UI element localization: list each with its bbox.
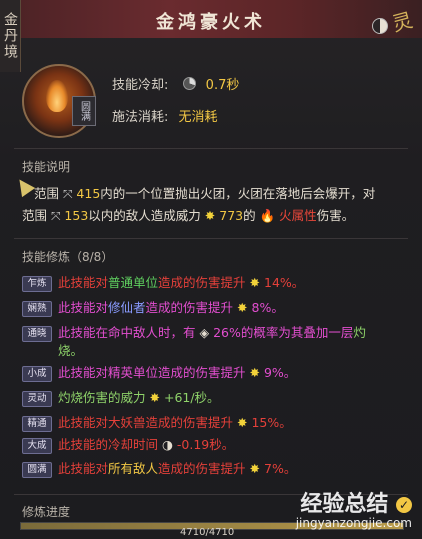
- watermark-url: jingyanzongjie.com: [295, 516, 412, 530]
- training-tag: 精通: [22, 416, 52, 432]
- clock-icon: [182, 77, 196, 90]
- range-value: 415: [76, 186, 101, 201]
- power-value: 773: [219, 208, 244, 223]
- divider: [14, 238, 408, 239]
- cost-stat: 施法消耗: 无消耗: [112, 106, 218, 125]
- row-target: 普通单位: [108, 275, 159, 290]
- crystal-icon: ◈: [199, 325, 210, 340]
- row-text: 造成的伤害提升: [145, 300, 234, 315]
- cooldown-label: 技能冷却:: [112, 78, 169, 93]
- flame-icon: [46, 80, 68, 112]
- desc-text: 以内的敌人造成威力: [88, 208, 201, 223]
- power-icon: ✸: [237, 300, 248, 315]
- training-row: 大成 此技能的冷却时间 ◑ -0.19秒。: [22, 436, 412, 454]
- row-text: 26%的概率为其叠加一层: [213, 325, 354, 340]
- training-tag: 小成: [22, 366, 52, 382]
- yin-yang-icon[interactable]: [372, 18, 388, 34]
- row-text: 此技能对: [58, 275, 109, 290]
- row-value: 8%。: [251, 300, 284, 315]
- range-icon: ⤧: [63, 187, 77, 201]
- training-row: 通晓 此技能在命中敌人时，有 ◈ 26%的概率为其叠加一层灼烧。: [22, 324, 412, 360]
- training-row: 乍炼 此技能对普通单位造成的伤害提升 ✸ 14%。: [22, 274, 412, 292]
- skill-title: 金鸿豪火术: [156, 12, 266, 33]
- row-value: 15%。: [251, 415, 292, 430]
- training-tag: 通晓: [22, 326, 52, 342]
- check-icon: ✓: [396, 497, 412, 513]
- power-icon: ✸: [249, 275, 261, 290]
- row-text: 此技能对: [58, 461, 109, 476]
- description-header: 技能说明: [22, 160, 71, 174]
- progress-label: 修炼进度: [22, 505, 71, 519]
- desc-text: 范围: [22, 208, 48, 223]
- cost-value: 无消耗: [178, 110, 218, 125]
- burn-keyword: 烧。: [58, 343, 84, 358]
- radius-value: 153: [64, 208, 89, 223]
- row-text: 造成的伤害提升: [158, 275, 246, 290]
- desc-text: 伤害。: [316, 208, 355, 223]
- watermark: 经验总结 ✓ jingyanzongjie.com: [296, 486, 412, 530]
- training-tag: 灵动: [22, 391, 52, 407]
- row-target: 所有敌人: [108, 461, 159, 476]
- training-row: 娴熟 此技能对修仙者造成的伤害提升 ✸ 8%。: [22, 299, 412, 317]
- watermark-name: 经验总结: [300, 492, 389, 517]
- progress-value: 4710/4710: [180, 527, 235, 538]
- row-value: 9%。: [263, 365, 297, 380]
- training-row: 圆满 此技能对所有敌人造成的伤害提升 ✸ 7%。: [22, 460, 412, 478]
- row-text: 此技能的冷却时间: [58, 437, 159, 452]
- row-text: 造成的伤害提升: [158, 461, 246, 476]
- desc-text: 内的一个位置抛出火团，火团在落地后会爆开，对: [100, 186, 376, 201]
- row-text: 此技能在命中敌人时，有: [58, 325, 196, 340]
- training-tag: 乍炼: [22, 276, 52, 292]
- desc-text: 范围: [34, 186, 60, 201]
- fire-attribute: 火属性: [279, 208, 317, 223]
- row-text: 此技能对精英单位造成的伤害提升: [58, 365, 246, 380]
- row-value: -0.19秒。: [176, 437, 235, 452]
- divider: [14, 148, 408, 149]
- row-text: 此技能对大妖兽造成的伤害提升: [58, 415, 234, 430]
- skill-description: 范围 ⤧ 415内的一个位置抛出火团，火团在落地后会爆开，对 范围 ⤧ 153以…: [22, 183, 402, 227]
- burn-keyword: 灼: [353, 325, 366, 340]
- power-icon: ✸: [249, 365, 260, 380]
- power-icon: ✸: [149, 390, 160, 405]
- cooldown-value: 0.7秒: [205, 78, 240, 93]
- row-target: 修仙者: [108, 300, 146, 315]
- training-row: 小成 此技能对精英单位造成的伤害提升 ✸ 9%。: [22, 364, 412, 382]
- level-tag: 圆满: [72, 96, 96, 126]
- training-tag: 娴熟: [22, 301, 52, 317]
- training-row: 灵动 灼烧伤害的威力 ✸ +61/秒。: [22, 389, 412, 407]
- cooldown-stat: 技能冷却: 0.7秒: [112, 74, 239, 93]
- skill-panel: 金丹境 金鸿豪火术 灵 圆满 技能冷却: 0.7秒 施法消耗: 无消耗 技能说明…: [0, 0, 422, 539]
- fire-icon: 🔥: [259, 208, 276, 223]
- training-row: 精通 此技能对大妖兽造成的伤害提升 ✸ 15%。: [22, 414, 412, 432]
- power-icon: ✸: [237, 415, 248, 430]
- clock-icon: ◑: [162, 437, 173, 452]
- training-header: 技能修炼（8/8）: [22, 250, 114, 264]
- desc-text: 的: [243, 208, 256, 223]
- row-text: 此技能对: [58, 300, 109, 315]
- cost-label: 施法消耗:: [112, 110, 169, 125]
- row-value: 14%。: [264, 275, 305, 290]
- power-icon: ✸: [204, 208, 216, 223]
- row-value: +61/秒。: [163, 390, 220, 405]
- row-value: 7%。: [264, 461, 297, 476]
- power-icon: ✸: [249, 461, 261, 476]
- training-tag: 圆满: [22, 462, 52, 478]
- row-text: 灼烧伤害的威力: [58, 390, 146, 405]
- training-tag: 大成: [22, 438, 52, 454]
- range-icon: ⤧: [51, 209, 65, 223]
